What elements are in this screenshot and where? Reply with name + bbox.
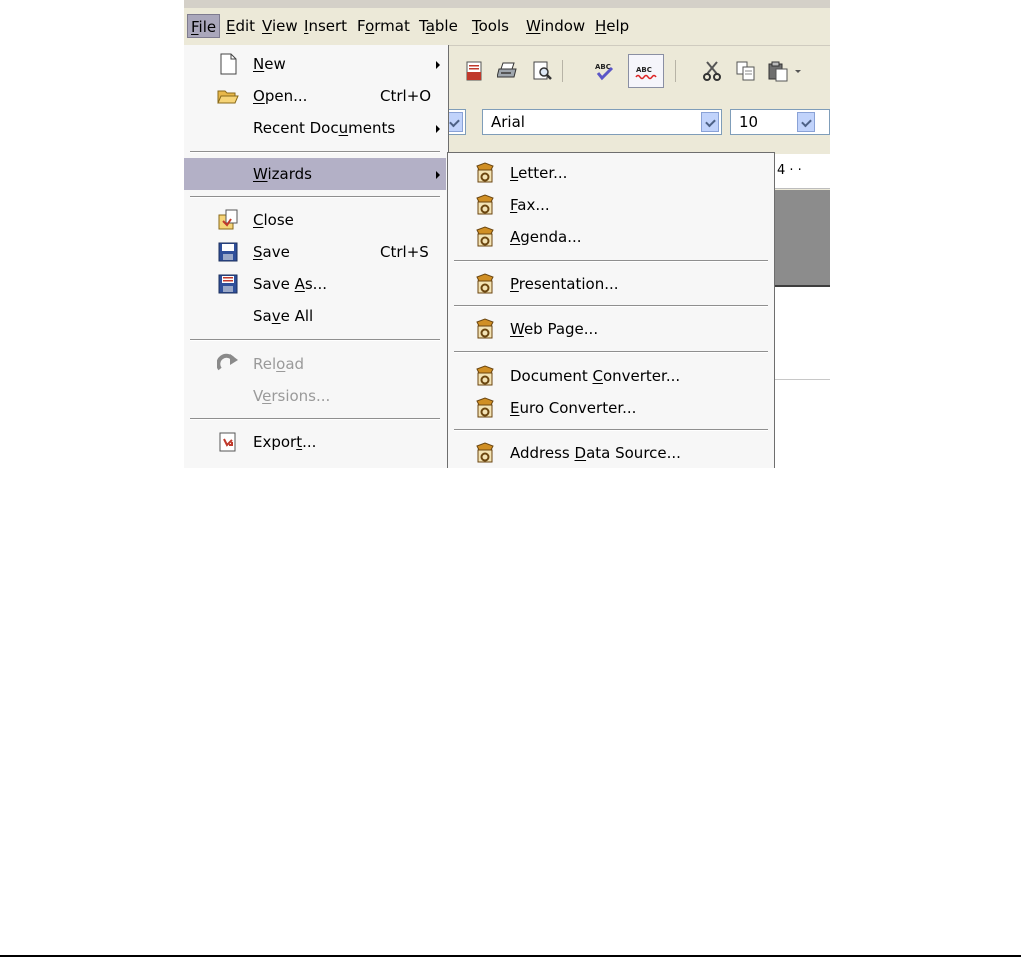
wizard-icon — [476, 273, 494, 294]
file-menu: New Open... Ctrl+O Recent Documents Wiza… — [184, 45, 449, 468]
file-menu-new[interactable]: New — [184, 48, 446, 80]
wizard-agenda[interactable]: Agenda... — [448, 221, 774, 253]
file-menu-close[interactable]: Close — [184, 204, 446, 236]
file-menu-save-all[interactable]: Save All — [184, 300, 446, 332]
reload-icon — [217, 353, 238, 371]
wizard-icon — [476, 365, 494, 386]
menu-view[interactable]: View — [259, 14, 301, 38]
menu-window[interactable]: Window — [523, 14, 588, 38]
font-name-value: Arial — [491, 113, 525, 131]
style-combo-button[interactable] — [445, 109, 466, 135]
paste-icon[interactable] — [767, 60, 789, 82]
save-icon — [218, 242, 238, 262]
open-folder-icon — [217, 90, 239, 104]
file-menu-save-as[interactable]: Save As... — [184, 268, 446, 300]
toolbar-separator — [562, 60, 563, 82]
file-menu-save[interactable]: Save Ctrl+S — [184, 236, 446, 268]
file-menu-wizards[interactable]: Wizards — [184, 158, 446, 190]
toolbar-separator — [675, 60, 676, 82]
wizard-icon — [476, 226, 494, 247]
autospellcheck-toggle[interactable]: ABC — [628, 54, 664, 88]
menu-insert[interactable]: Insert — [301, 14, 350, 38]
save-as-icon — [218, 274, 238, 294]
wizard-icon — [476, 318, 494, 339]
menu-table[interactable]: Table — [416, 14, 461, 38]
menu-format[interactable]: Format — [354, 14, 413, 38]
submenu-arrow-icon — [436, 171, 440, 179]
spellcheck-icon[interactable]: ABC — [593, 60, 615, 82]
print-icon[interactable] — [497, 60, 519, 82]
font-size-combo[interactable]: 10 — [730, 109, 830, 135]
writer-window: File Edit View Insert Format Table Tools… — [184, 0, 830, 468]
wizard-euro-converter[interactable]: Euro Converter... — [448, 392, 774, 424]
wizard-presentation[interactable]: Presentation... — [448, 268, 774, 300]
horizontal-ruler: 4 · · — [775, 154, 830, 189]
wizard-address-data-source[interactable]: Address Data Source... — [448, 437, 774, 468]
ruler-label: 4 · · — [777, 163, 802, 178]
wizard-fax[interactable]: Fax... — [448, 189, 774, 221]
export-icon — [219, 432, 236, 452]
menu-separator — [190, 418, 440, 420]
menu-bar: File Edit View Insert Format Table Tools… — [184, 8, 830, 46]
wizard-letter[interactable]: Letter... — [448, 157, 774, 189]
font-name-combo[interactable]: Arial — [482, 109, 722, 135]
copy-icon[interactable] — [735, 60, 757, 82]
menu-separator — [190, 196, 440, 198]
chevron-down-icon — [701, 112, 719, 132]
file-menu-recent-documents[interactable]: Recent Documents — [184, 112, 446, 144]
page-preview-icon[interactable] — [531, 60, 553, 82]
menu-separator — [190, 151, 440, 153]
menu-help[interactable]: Help — [592, 14, 632, 38]
submenu-arrow-icon — [436, 61, 440, 69]
new-document-icon — [220, 53, 237, 75]
paste-dropdown-arrow-icon[interactable] — [795, 70, 801, 73]
wizard-icon — [476, 397, 494, 418]
file-menu-reload: Reload — [184, 348, 446, 380]
wizard-icon — [476, 442, 494, 463]
menu-file[interactable]: File — [187, 14, 221, 38]
close-document-icon — [218, 209, 238, 230]
submenu-arrow-icon — [436, 125, 440, 133]
wizard-icon — [476, 194, 494, 215]
cut-icon[interactable] — [702, 60, 724, 82]
document-page[interactable] — [775, 287, 830, 468]
chevron-down-icon — [797, 112, 815, 132]
autospellcheck-icon: ABC — [635, 66, 657, 80]
svg-text:ABC: ABC — [636, 66, 652, 74]
menu-separator — [454, 305, 768, 307]
font-size-value: 10 — [739, 113, 759, 131]
text-boundary-line — [775, 379, 830, 380]
export-pdf-icon[interactable] — [463, 60, 485, 82]
file-menu-versions: Versions... — [253, 387, 331, 405]
wizard-document-converter[interactable]: Document Converter... — [448, 360, 774, 392]
menu-tools[interactable]: Tools — [469, 14, 512, 38]
wizard-icon — [476, 162, 494, 183]
menu-separator — [190, 339, 440, 341]
file-menu-export[interactable]: Export... — [184, 426, 446, 458]
page-background — [775, 190, 830, 287]
menu-separator — [454, 260, 768, 262]
wizards-submenu: Letter... Fax... Agenda... Presentation.… — [447, 152, 775, 468]
menu-separator — [454, 351, 768, 353]
wizard-web-page[interactable]: Web Page... — [448, 313, 774, 345]
menu-edit[interactable]: Edit — [223, 14, 258, 38]
menu-separator — [454, 429, 768, 431]
file-menu-open[interactable]: Open... Ctrl+O — [184, 80, 446, 112]
